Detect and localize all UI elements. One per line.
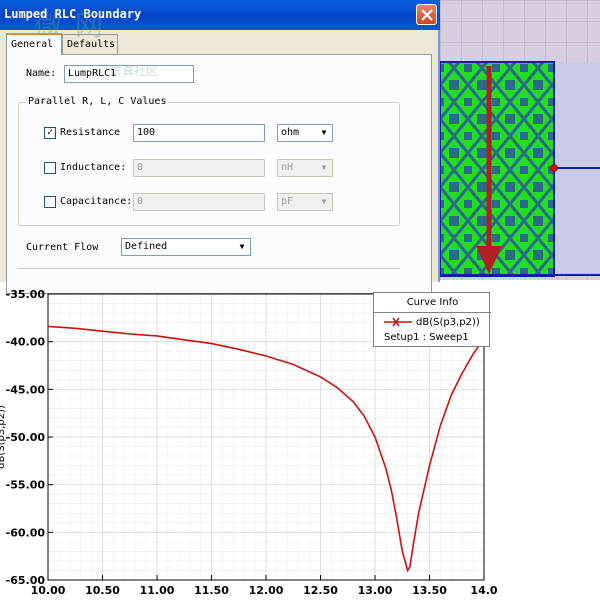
capacitance-input[interactable]: 0 [133,193,265,211]
capacitance-unit-select[interactable]: pF ▼ [277,193,333,211]
y-tick-label: -35.00 [6,288,46,301]
capacitance-unit-value: pF [281,196,294,207]
s-parameter-chart: 10.00 10.50 11.00 11.50 12.00 12.50 13.00 13.50… [0,280,600,600]
close-button[interactable] [416,4,437,25]
resistance-unit-value: ohm [281,127,300,138]
close-icon [421,9,433,21]
x-tick-label: 12.50 [303,584,338,597]
x-tick-label: 14.0 [470,584,497,597]
resistance-input[interactable]: 100 [133,124,265,142]
resistance-unit-select[interactable]: ohm ▼ [277,124,333,142]
chart-canvas: 10.00 10.50 11.00 11.50 12.00 12.50 13.00 13.50… [0,288,498,597]
current-flow-label: Current Flow [26,242,99,253]
geometry-canvas [440,0,600,280]
x-tick-label: 11.50 [194,584,229,597]
rlc-values-group-title: Parallel R, L, C Values [26,96,169,107]
name-label: Name: [26,68,57,79]
x-tick-label: 11.00 [140,584,175,597]
y-tick-label: -60.00 [6,526,46,539]
inductance-label: Inductance: [60,162,127,173]
x-tick-label: 13.50 [412,584,447,597]
legend-setup: Setup1 : Sweep1 [384,332,469,343]
inductance-checkbox[interactable] [44,162,56,174]
inductance-input[interactable]: 0 [133,159,265,177]
legend-series-name: dB(S(p3,p2)) [416,317,480,328]
y-tick-label: -65.00 [6,574,46,587]
chevron-down-icon: ▼ [321,128,327,137]
legend-series-swatch [384,317,412,327]
y-tick-label: -40.00 [6,336,46,349]
resistance-label: Resistance [60,127,121,138]
y-tick-label: -55.00 [6,479,46,492]
chevron-down-icon: ▼ [321,163,327,172]
x-tick-label: 12.00 [249,584,284,597]
x-tick-label: 10.50 [85,584,120,597]
inductance-unit-select[interactable]: nH ▼ [277,159,333,177]
curve-info-legend[interactable]: Curve Info dB(S(p3,p2)) Setup1 : Sweep1 [373,292,491,347]
y-axis-label: dB(S(p3,p2)) [0,405,7,469]
chevron-down-icon: ▼ [321,197,327,206]
port-point-marker [550,164,558,172]
resistance-checkbox[interactable]: ✓ [44,127,56,139]
lumped-rlc-dialog: Lumped RLC Boundary General Defaults Nam… [0,0,440,294]
y-tick-label: -45.00 [6,383,46,396]
divider [18,268,400,269]
chevron-down-icon: ▼ [239,242,245,251]
inductance-unit-value: nH [281,162,294,173]
current-flow-select[interactable]: Defined ▼ [121,238,251,256]
tab-general[interactable]: General [6,33,62,55]
capacitance-checkbox[interactable] [44,196,56,208]
capacitance-label: Capacitance: [60,196,133,207]
geometry-viewport[interactable] [440,0,600,280]
watermark-sub: 仿真社区 [110,64,159,78]
lumped-rlc-sheet [440,61,555,277]
x-tick-label: 13.00 [358,584,393,597]
y-tick-label: -50.00 [6,431,46,444]
series-line [47,325,483,573]
current-flow-value: Defined [125,241,168,252]
legend-title: Curve Info [374,293,491,313]
